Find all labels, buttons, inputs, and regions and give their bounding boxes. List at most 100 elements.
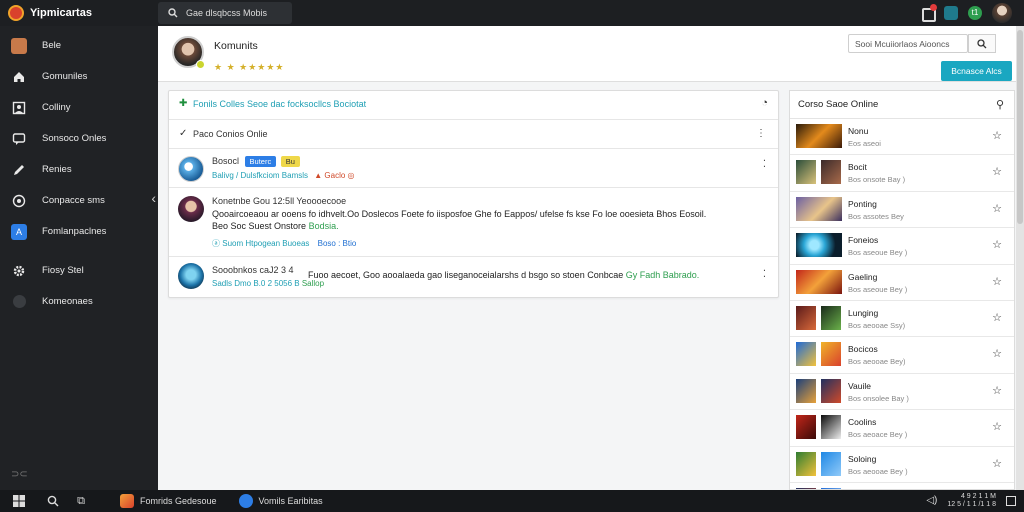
game-thumbnail[interactable] <box>821 451 841 476</box>
post-options-icon[interactable]: ⁚ <box>763 159 766 170</box>
search-input[interactable]: Gae dlsqbcss Mobis <box>158 2 292 24</box>
game-list-item[interactable]: Sopatsle☆ <box>790 483 1014 489</box>
game-thumbnail[interactable] <box>821 378 841 403</box>
collapse-sidebar-icon[interactable]: ‹ <box>151 190 156 206</box>
post-link-extra[interactable]: Boso : Btio <box>318 239 357 248</box>
post-avatar[interactable] <box>178 263 204 289</box>
user-avatar[interactable] <box>992 3 1012 23</box>
search-icon <box>168 8 178 18</box>
game-title[interactable]: Bocit <box>848 162 867 172</box>
favorite-star-icon[interactable]: ☆ <box>992 202 1002 215</box>
game-thumbnail[interactable] <box>821 415 841 440</box>
game-list-item[interactable]: Coolins Bos aeoace Bey ) ☆ <box>790 410 1014 447</box>
game-title[interactable]: Coolins <box>848 417 876 427</box>
post-meta-text[interactable]: Balivg / Dulsfkciom Bamsls <box>212 171 308 180</box>
scrollbar-thumb[interactable] <box>1017 30 1023 224</box>
post-link[interactable]: Suom Htpogean Buoeas <box>222 239 309 248</box>
header-search-button[interactable] <box>968 34 996 53</box>
taskbar-app-2[interactable]: Vomils Earibitas <box>238 494 323 508</box>
game-title[interactable]: Gaeling <box>848 272 877 282</box>
game-list-item[interactable]: Soloing Bos aeooae Bey ) ☆ <box>790 447 1014 483</box>
task-view-icon[interactable]: ⧉ <box>74 494 88 508</box>
game-thumbnail[interactable] <box>821 305 841 330</box>
favorite-star-icon[interactable]: ☆ <box>992 129 1002 142</box>
sidebar-item-4[interactable]: Renies <box>0 154 158 185</box>
favorite-star-icon[interactable]: ☆ <box>992 165 1002 178</box>
favorite-star-icon[interactable]: ☆ <box>992 347 1002 360</box>
plus-icon[interactable]: ✚ <box>179 98 187 109</box>
game-list-item[interactable]: Foneios Bos aseoue Bey ) ☆ <box>790 228 1014 265</box>
notification-icon[interactable] <box>920 4 937 22</box>
notifications-icon[interactable] <box>1006 496 1016 506</box>
sidebar-item-0[interactable]: Bele <box>0 30 158 61</box>
refresh-icon[interactable]: ◔ <box>761 97 768 109</box>
game-title[interactable]: Lunging <box>848 308 878 318</box>
taskbar-app-1[interactable]: Fomrids Gedesoue <box>120 494 217 508</box>
brand[interactable]: Yipmicartas <box>0 5 158 21</box>
messages-icon[interactable] <box>944 6 958 20</box>
more-icon[interactable]: ⋮ <box>756 128 766 139</box>
game-list-item[interactable]: Nonu Eos aseoi ☆ <box>790 119 1014 156</box>
game-thumbnail[interactable] <box>821 160 841 185</box>
volume-icon[interactable]: ◁) <box>926 496 937 506</box>
game-list-item[interactable]: Ponting Bos assotes Bey ☆ <box>790 192 1014 229</box>
favorite-star-icon[interactable]: ☆ <box>992 384 1002 397</box>
game-thumbnail[interactable] <box>796 196 842 221</box>
post-body-link[interactable]: Bodsia. <box>309 221 339 231</box>
favorite-star-icon[interactable]: ☆ <box>992 238 1002 251</box>
sidebar-item-5[interactable]: Conpacce sms <box>0 185 158 216</box>
header-search-input[interactable]: Sooi Mcuiiorlaos Aiooncs <box>848 34 968 53</box>
clock[interactable]: 4 9 2 1 1 M 12 5 / 1 1 /1 1 8 <box>947 493 996 509</box>
post-author[interactable]: Sooobnkos caJ2 3 4 <box>212 265 294 275</box>
game-title[interactable]: Soloing <box>848 454 876 464</box>
sidebar-item-8[interactable]: Komeonaes <box>0 286 158 317</box>
sidebar-item-label: Fiosy Stel <box>42 265 84 276</box>
post-tag-yellow[interactable]: Bu <box>280 156 300 167</box>
settings-icon[interactable]: ⚲ <box>996 98 1004 111</box>
post-avatar[interactable] <box>178 196 204 222</box>
favorite-star-icon[interactable]: ☆ <box>992 457 1002 470</box>
link-icon[interactable]: ⊃⊂ <box>11 469 28 480</box>
game-thumbnail[interactable] <box>796 269 842 294</box>
post-options-icon[interactable]: ⁚ <box>763 269 766 280</box>
favorite-star-icon[interactable]: ☆ <box>992 311 1002 324</box>
game-thumbnail[interactable] <box>796 451 816 476</box>
game-thumbnail[interactable] <box>796 342 816 367</box>
post-author[interactable]: Konetnbe Gou 12:5ll Yeoooecooe <box>212 196 346 206</box>
game-thumbnail[interactable] <box>796 160 816 185</box>
sidebar-item-6[interactable]: A Fomlanpaclnes <box>0 216 158 247</box>
game-thumbnail[interactable] <box>821 342 841 367</box>
game-title[interactable]: Vauile <box>848 381 871 391</box>
game-subtitle: Bos aseoue Bey ) <box>848 284 908 294</box>
taskbar-search-icon[interactable] <box>46 494 60 508</box>
game-list-item[interactable]: Bocicos Bos aeooae Bey) ☆ <box>790 337 1014 374</box>
sidebar-item-2[interactable]: Colliny <box>0 92 158 123</box>
start-icon[interactable] <box>12 494 26 508</box>
game-title[interactable]: Foneios <box>848 235 878 245</box>
favorite-star-icon[interactable]: ☆ <box>992 420 1002 433</box>
sidebar-item-7[interactable]: Fiosy Stel <box>0 255 158 286</box>
game-title[interactable]: Bocicos <box>848 344 878 354</box>
sidebar-item-3[interactable]: Sonsoco Onles <box>0 123 158 154</box>
game-list-item[interactable]: Gaeling Bos aseoue Bey ) ☆ <box>790 265 1014 301</box>
game-title[interactable]: Ponting <box>848 199 877 209</box>
game-title[interactable]: Nonu <box>848 126 868 136</box>
post-tag-blue[interactable]: Buterc <box>244 156 277 167</box>
post-avatar[interactable] <box>178 156 204 182</box>
post-author[interactable]: Bosocl <box>212 156 239 166</box>
feed-filter-row: ✓ Paco Conios Onlie ⋮ <box>169 120 778 149</box>
header-cta-button[interactable]: Bcnasce Alcs <box>941 61 1012 81</box>
game-thumbnail[interactable] <box>796 415 816 440</box>
game-thumbnail[interactable] <box>796 233 842 258</box>
favorite-star-icon[interactable]: ☆ <box>992 275 1002 288</box>
filter-label[interactable]: Paco Conios Onlie <box>193 129 268 139</box>
game-thumbnail[interactable] <box>796 305 816 330</box>
game-list-item[interactable]: Lunging Bos aeooae Ssy) ☆ <box>790 301 1014 338</box>
post-body-link[interactable]: Gy Fadh Babrado. <box>626 270 700 280</box>
game-list-item[interactable]: Bocit Bos onsote Bay ) ☆ <box>790 155 1014 192</box>
online-status-icon[interactable]: t1 <box>968 6 982 20</box>
sidebar-item-1[interactable]: Gomuniles <box>0 61 158 92</box>
game-thumbnail[interactable] <box>796 378 816 403</box>
game-thumbnail[interactable] <box>796 124 842 148</box>
game-list-item[interactable]: Vauile Bos onsolee Bay ) ☆ <box>790 374 1014 411</box>
